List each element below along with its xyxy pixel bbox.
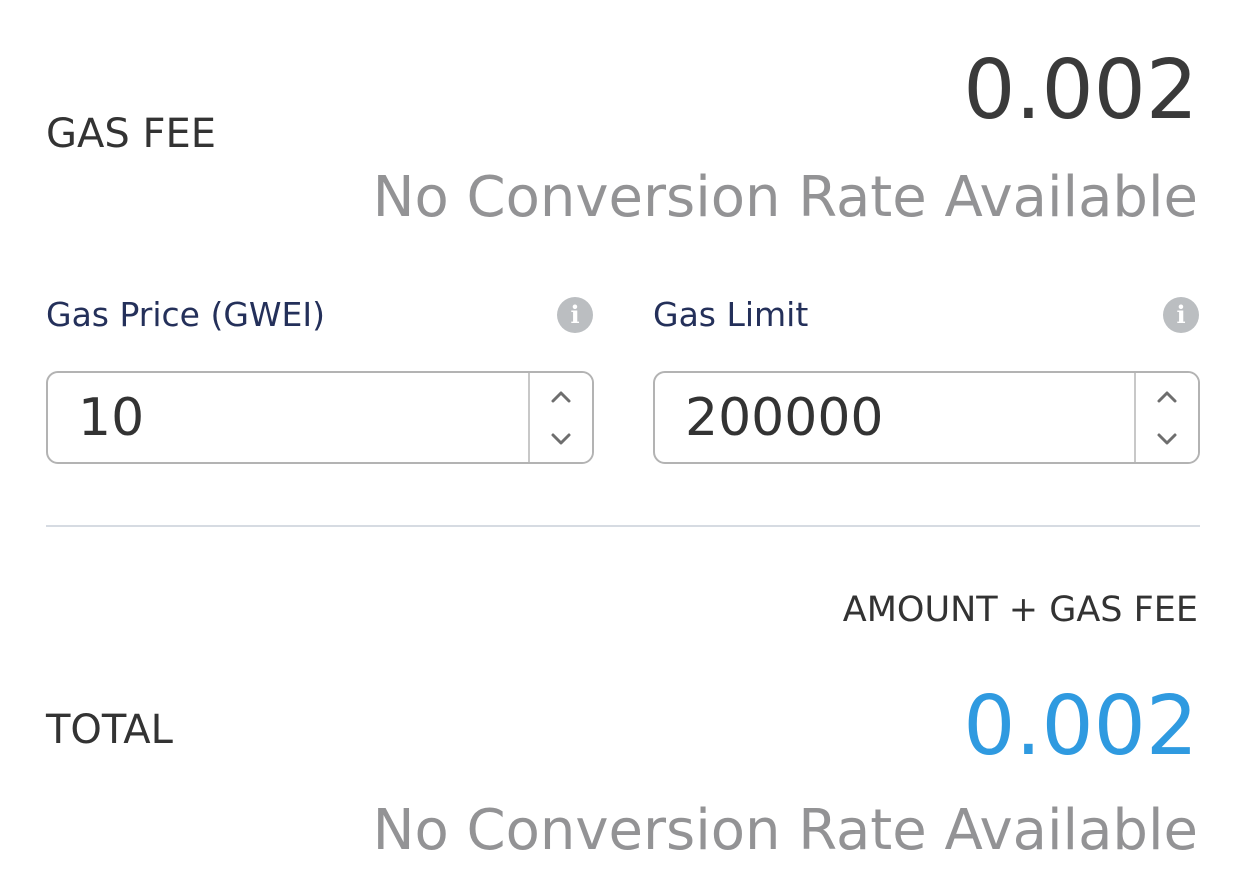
gas-limit-stepper <box>1134 373 1198 462</box>
gas-limit-input[interactable] <box>655 373 1136 462</box>
total-caption: AMOUNT + GAS FEE <box>842 590 1198 630</box>
gas-limit-decrement-button[interactable] <box>1136 417 1198 461</box>
chevron-down-icon <box>551 433 571 445</box>
gas-fee-conversion-text: No Conversion Rate Available <box>372 165 1198 230</box>
total-conversion-text: No Conversion Rate Available <box>372 798 1198 863</box>
section-divider <box>46 525 1200 527</box>
total-amount: 0.002 <box>963 679 1198 774</box>
gas-limit-label: Gas Limit <box>653 295 809 334</box>
gas-limit-input-box <box>653 371 1200 464</box>
gas-price-label: Gas Price (GWEI) <box>46 295 326 334</box>
gas-price-input-box <box>46 371 594 464</box>
info-icon[interactable]: i <box>1163 297 1199 333</box>
gas-price-increment-button[interactable] <box>530 375 592 419</box>
gas-limit-increment-button[interactable] <box>1136 375 1198 419</box>
gas-price-input[interactable] <box>48 373 530 462</box>
total-label: TOTAL <box>46 707 173 753</box>
gas-fee-label: GAS FEE <box>46 111 217 157</box>
info-icon[interactable]: i <box>557 297 593 333</box>
gas-fee-amount: 0.002 <box>963 43 1198 138</box>
chevron-up-icon <box>1157 391 1177 403</box>
chevron-down-icon <box>1157 433 1177 445</box>
chevron-up-icon <box>551 391 571 403</box>
gas-price-decrement-button[interactable] <box>530 417 592 461</box>
gas-fee-panel: GAS FEE 0.002 No Conversion Rate Availab… <box>0 0 1240 876</box>
gas-price-stepper <box>528 373 592 462</box>
